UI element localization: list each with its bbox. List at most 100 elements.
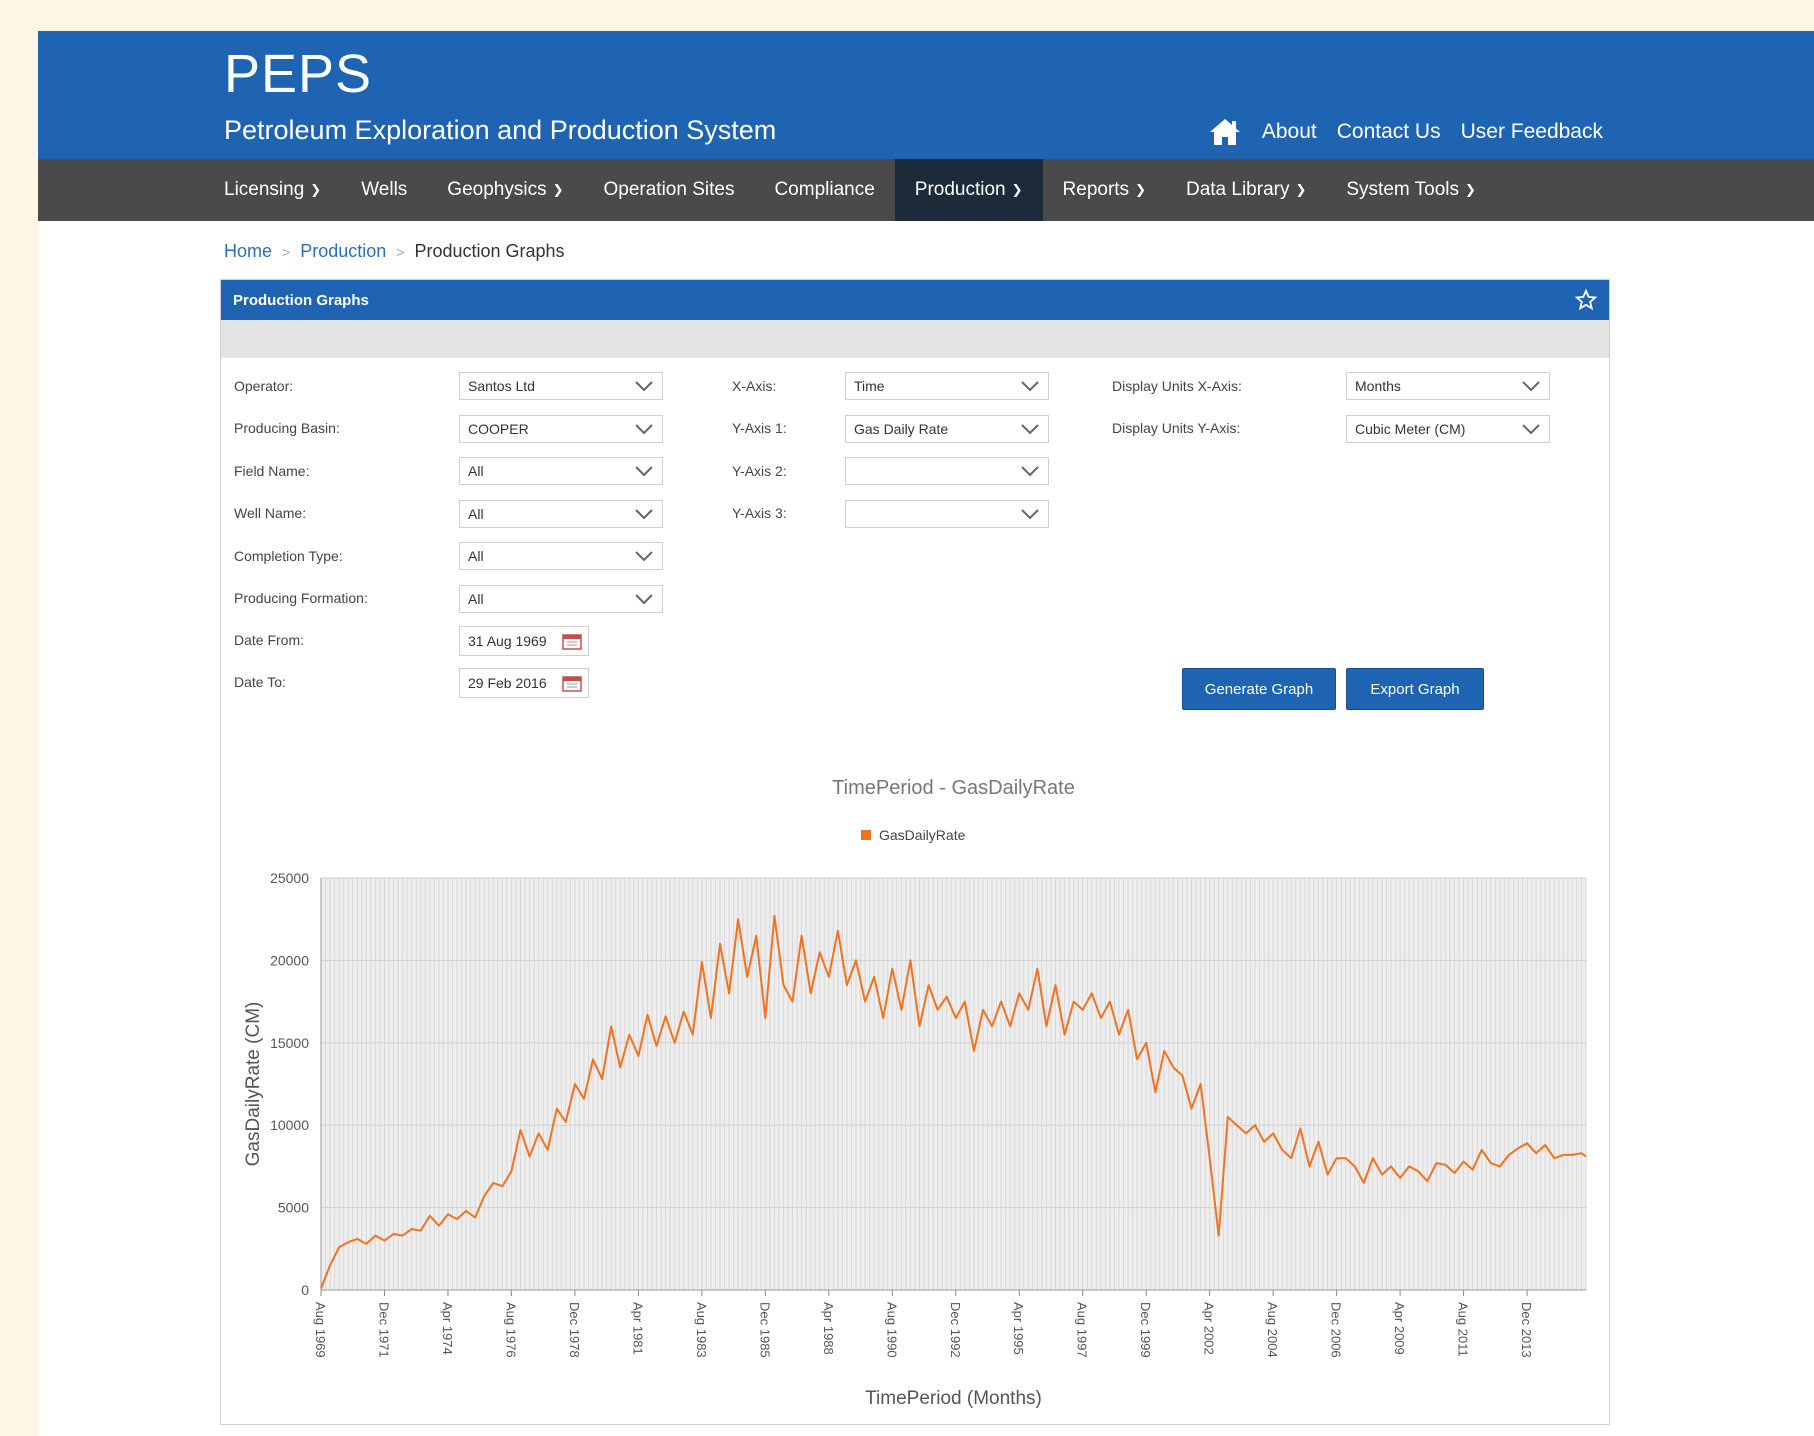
completion-type-select[interactable]: All bbox=[459, 542, 663, 570]
y-tick-label: 15000 bbox=[270, 1035, 309, 1051]
y-tick-label: 20000 bbox=[270, 952, 309, 968]
gas-rate-chart: 0 5000 10000 15000 20000 25000 Aug 1969 Dec 197… bbox=[243, 777, 1587, 1409]
x-axis-select[interactable]: Time bbox=[845, 372, 1049, 400]
chevron-down-icon: ❯ bbox=[1465, 182, 1476, 197]
contact-us-link[interactable]: Contact Us bbox=[1337, 120, 1441, 144]
nav-item-wells[interactable]: Wells bbox=[341, 159, 427, 221]
x-tick-label: Dec 1978 bbox=[567, 1302, 582, 1358]
chevron-down-icon bbox=[635, 381, 653, 392]
star-icon[interactable] bbox=[1575, 289, 1597, 311]
x-tick-label: Apr 2009 bbox=[1392, 1302, 1407, 1355]
producing-formation-label: Producing Formation: bbox=[234, 590, 368, 606]
chevron-down-icon: ❯ bbox=[552, 182, 564, 197]
breadcrumb-separator: > bbox=[396, 243, 405, 260]
site-subtitle: Petroleum Exploration and Production Sys… bbox=[224, 115, 777, 145]
x-tick-label: Apr 2002 bbox=[1202, 1302, 1217, 1355]
x-tick-label: Apr 1995 bbox=[1011, 1302, 1026, 1355]
nav-item-reports[interactable]: Reports ❯ bbox=[1043, 159, 1166, 221]
y-axis-title: GasDailyRate (CM) bbox=[243, 1002, 264, 1167]
plot-area bbox=[321, 878, 1586, 1290]
x-tick-label: Dec 1985 bbox=[757, 1302, 772, 1358]
user-feedback-link[interactable]: User Feedback bbox=[1461, 120, 1603, 144]
breadcrumb: Home > Production > Production Graphs bbox=[224, 241, 565, 262]
date-from-input[interactable]: 31 Aug 1969 bbox=[459, 626, 589, 656]
chevron-down-icon bbox=[635, 509, 653, 520]
calendar-icon[interactable] bbox=[562, 632, 582, 650]
nav-item-system-tools[interactable]: System Tools ❯ bbox=[1326, 159, 1496, 221]
chevron-down-icon bbox=[1021, 381, 1039, 392]
chevron-down-icon: ❯ bbox=[1135, 182, 1146, 197]
display-units-x-select[interactable]: Months bbox=[1346, 372, 1550, 400]
chevron-down-icon: ❯ bbox=[310, 182, 322, 197]
chevron-down-icon bbox=[1522, 424, 1540, 435]
nav-item-licensing[interactable]: Licensing ❯ bbox=[224, 159, 341, 221]
x-tick-label: Aug 1990 bbox=[884, 1302, 899, 1358]
y-axis-3-select[interactable] bbox=[845, 500, 1049, 528]
field-name-select[interactable]: All bbox=[459, 457, 663, 485]
panel-header: Production Graphs bbox=[221, 280, 1609, 320]
x-tick-label: Apr 1981 bbox=[630, 1302, 645, 1355]
y-tick-label: 5000 bbox=[278, 1200, 309, 1216]
calendar-icon[interactable] bbox=[562, 674, 582, 692]
chevron-down-icon bbox=[635, 424, 653, 435]
display-units-x-label: Display Units X-Axis: bbox=[1112, 378, 1242, 394]
field-name-label: Field Name: bbox=[234, 463, 310, 479]
operator-label: Operator: bbox=[234, 378, 294, 394]
nav-item-operation-sites[interactable]: Operation Sites bbox=[583, 159, 754, 221]
site-title[interactable]: PEPS bbox=[224, 43, 372, 105]
well-name-label: Well Name: bbox=[234, 505, 307, 521]
breadcrumb-current: Production Graphs bbox=[414, 241, 565, 261]
display-units-y-label: Display Units Y-Axis: bbox=[1112, 420, 1241, 436]
chart-title: TimePeriod - GasDailyRate bbox=[832, 777, 1075, 799]
nav-item-compliance[interactable]: Compliance bbox=[754, 159, 894, 221]
chevron-down-icon: ❯ bbox=[1295, 182, 1307, 197]
nav-item-data-library[interactable]: Data Library ❯ bbox=[1166, 159, 1326, 221]
y-tick-label: 0 bbox=[301, 1282, 309, 1298]
date-from-label: Date From: bbox=[234, 632, 305, 648]
x-tick-label: Aug 2011 bbox=[1456, 1302, 1471, 1357]
x-axis-title: TimePeriod (Months) bbox=[865, 1388, 1042, 1409]
chevron-down-icon bbox=[635, 594, 653, 605]
x-tick-label: Dec 1999 bbox=[1138, 1302, 1153, 1358]
chevron-down-icon bbox=[635, 466, 653, 477]
about-link[interactable]: About bbox=[1262, 120, 1317, 144]
y-axis-1-label: Y-Axis 1: bbox=[732, 420, 787, 436]
operator-select[interactable]: Santos Ltd bbox=[459, 372, 663, 400]
breadcrumb-production[interactable]: Production bbox=[300, 241, 386, 262]
producing-basin-select[interactable]: COOPER bbox=[459, 415, 663, 443]
nav-item-geophysics[interactable]: Geophysics ❯ bbox=[427, 159, 583, 221]
completion-type-label: Completion Type: bbox=[234, 548, 343, 564]
home-icon[interactable] bbox=[1208, 117, 1242, 147]
x-tick-label: Apr 1974 bbox=[440, 1302, 455, 1355]
y-axis-1-select[interactable]: Gas Daily Rate bbox=[845, 415, 1049, 443]
chevron-down-icon bbox=[1021, 466, 1039, 477]
x-tick-label: Aug 1969 bbox=[313, 1302, 328, 1358]
producing-formation-select[interactable]: All bbox=[459, 585, 663, 613]
date-to-input[interactable]: 29 Feb 2016 bbox=[459, 668, 589, 698]
y-axis-3-label: Y-Axis 3: bbox=[732, 505, 787, 521]
chevron-down-icon bbox=[635, 551, 653, 562]
legend-label: GasDailyRate bbox=[879, 827, 966, 843]
panel-title: Production Graphs bbox=[233, 291, 369, 309]
x-tick-label: Dec 2006 bbox=[1329, 1302, 1344, 1358]
export-graph-button[interactable]: Export Graph bbox=[1346, 668, 1484, 710]
x-tick-label: Dec 1971 bbox=[376, 1302, 391, 1358]
nav-item-production[interactable]: Production ❯ bbox=[894, 159, 1043, 221]
y-axis-2-label: Y-Axis 2: bbox=[732, 463, 787, 479]
x-axis-label: X-Axis: bbox=[732, 378, 777, 394]
display-units-y-select[interactable]: Cubic Meter (CM) bbox=[1346, 415, 1550, 443]
x-tick-label: Apr 1988 bbox=[821, 1302, 836, 1355]
main-nav: Licensing ❯ Wells Geophysics ❯ Operation S… bbox=[38, 159, 1814, 221]
y-axis-2-select[interactable] bbox=[845, 457, 1049, 485]
producing-basin-label: Producing Basin: bbox=[234, 420, 340, 436]
date-to-label: Date To: bbox=[234, 674, 286, 690]
chevron-down-icon bbox=[1522, 381, 1540, 392]
breadcrumb-separator: > bbox=[282, 243, 291, 260]
well-name-select[interactable]: All bbox=[459, 500, 663, 528]
x-tick-label: Aug 1997 bbox=[1075, 1302, 1090, 1358]
generate-graph-button[interactable]: Generate Graph bbox=[1182, 668, 1336, 710]
panel-toolbar bbox=[221, 320, 1609, 358]
breadcrumb-home[interactable]: Home bbox=[224, 241, 272, 262]
chevron-down-icon bbox=[1021, 424, 1039, 435]
y-tick-label: 25000 bbox=[270, 870, 309, 886]
